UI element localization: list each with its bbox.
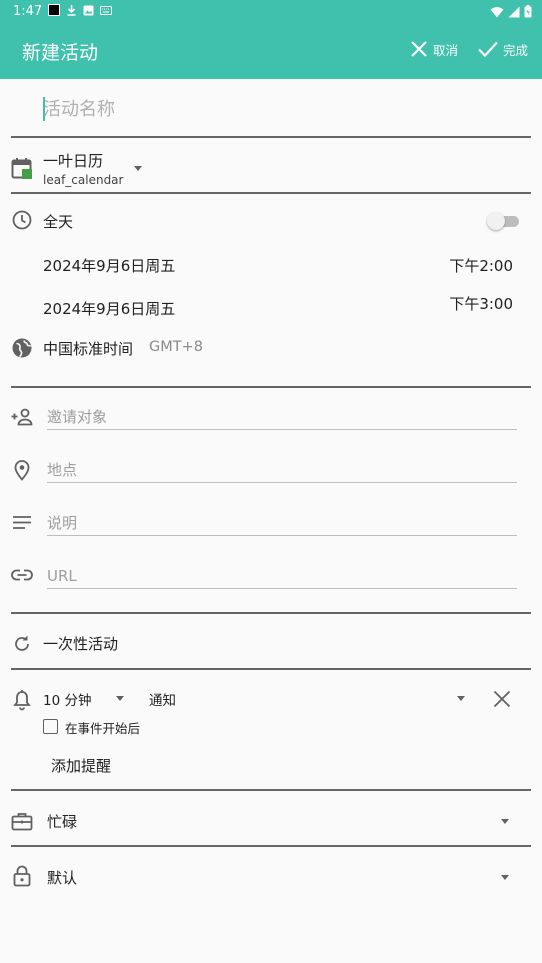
attendees-input[interactable] (47, 404, 517, 430)
chevron-down-icon (134, 166, 142, 171)
divider (11, 192, 531, 194)
chevron-down-icon (501, 819, 509, 824)
timezone-selector[interactable]: 中国标准时间 GMT+8 (43, 336, 243, 362)
close-icon (411, 41, 427, 57)
repeat-icon (15, 635, 29, 651)
cancel-label: 取消 (433, 42, 459, 58)
add-reminder-button[interactable]: 添加提醒 (51, 755, 111, 776)
status-notification-icons (48, 4, 112, 16)
end-time[interactable]: 下午3:00 (449, 293, 513, 314)
after-start-checkbox[interactable] (43, 719, 58, 734)
status-system-icons (490, 5, 532, 18)
lock-icon (13, 865, 31, 887)
availability-value: 忙碌 (47, 813, 78, 831)
keyboard-notification-icon (100, 5, 112, 15)
start-time[interactable]: 下午2:00 (449, 255, 513, 276)
done-button[interactable]: 完成 (477, 39, 528, 59)
visibility-select[interactable]: 默认 (47, 866, 517, 890)
divider (11, 668, 531, 670)
after-start-label: 在事件开始后 (65, 721, 141, 736)
add-person-icon (11, 408, 33, 426)
battery-icon (524, 5, 532, 18)
calendar-name: 一叶日历 (43, 152, 104, 170)
status-time: 1:47 (13, 4, 43, 19)
all-day-toggle[interactable] (487, 212, 519, 230)
divider (11, 789, 531, 791)
cellular-signal-icon (508, 6, 520, 17)
chevron-down-icon (457, 696, 465, 701)
calendar-selector[interactable]: 一叶日历 leaf_calendar (43, 148, 153, 188)
image-notification-icon (83, 5, 94, 15)
toggle-thumb (487, 212, 505, 230)
download-icon (67, 5, 76, 16)
text-cursor (43, 97, 45, 121)
calendar-account: leaf_calendar (43, 173, 124, 187)
description-input[interactable] (47, 510, 517, 536)
all-day-label: 全天 (43, 213, 74, 231)
start-date[interactable]: 2024年9月6日周五 (43, 255, 175, 276)
done-label: 完成 (503, 42, 529, 58)
reminder-method-value: 通知 (149, 693, 176, 709)
briefcase-icon (11, 813, 33, 831)
wifi-icon (490, 6, 504, 17)
app-bar: 新建活动 取消 完成 (0, 24, 542, 79)
reminder-method-select[interactable]: 通知 (149, 688, 471, 710)
location-pin-icon (14, 460, 30, 481)
page-title: 新建活动 (22, 42, 99, 64)
cancel-button[interactable]: 取消 (409, 39, 458, 59)
chevron-down-icon (501, 875, 509, 880)
divider (11, 386, 531, 388)
globe-icon (12, 338, 32, 358)
event-name-input[interactable] (43, 95, 513, 123)
notes-icon (13, 516, 31, 529)
calendar-icon (11, 158, 32, 179)
divider (11, 136, 531, 138)
end-date[interactable]: 2024年9月6日周五 (43, 298, 175, 319)
location-input[interactable] (47, 457, 517, 483)
availability-select[interactable]: 忙碌 (47, 810, 517, 834)
link-icon (11, 569, 33, 581)
url-input[interactable] (47, 563, 517, 589)
reminder-minutes-select[interactable]: 10 分钟 (43, 688, 133, 710)
chevron-down-icon (116, 696, 124, 701)
app-notification-icon (48, 4, 60, 16)
divider (11, 845, 531, 847)
remove-reminder-icon[interactable] (491, 688, 513, 710)
divider (11, 612, 531, 614)
timezone-name: 中国标准时间 (43, 340, 134, 358)
repeat-selector[interactable]: 一次性活动 (43, 633, 118, 654)
reminder-minutes-value: 10 分钟 (43, 693, 92, 709)
status-bar: 1:47 (0, 0, 542, 24)
timezone-offset: GMT+8 (149, 339, 203, 355)
visibility-value: 默认 (47, 869, 78, 887)
bell-icon (13, 690, 31, 711)
check-icon (478, 41, 498, 58)
clock-icon (12, 210, 32, 230)
